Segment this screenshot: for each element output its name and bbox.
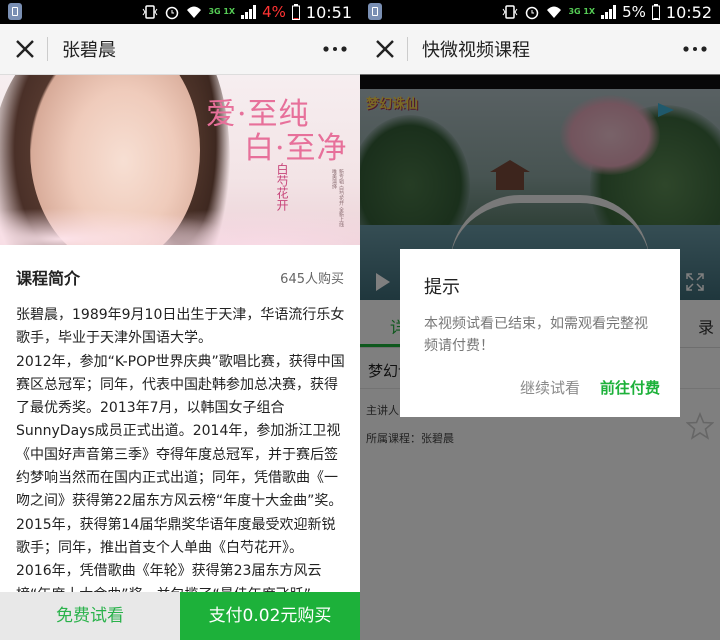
close-icon[interactable] (14, 38, 36, 60)
clock: 10:51 (305, 2, 352, 22)
go-pay-button[interactable]: 前往付费 (590, 373, 670, 401)
clock: 10:52 (665, 2, 712, 22)
course-intro-text: 张碧晨，1989年9月10日出生于天津，华语流行乐女歌手，毕业于天津外国语大学。… (16, 307, 345, 594)
nav-bar: 张碧晨 (0, 24, 360, 75)
status-bar: 3G 1X 5% 10:52 (360, 0, 720, 24)
vibrate-icon (143, 5, 158, 19)
continue-trial-button[interactable]: 继续试看 (510, 373, 590, 401)
battery-percent: 4% (262, 3, 286, 21)
banner-fine-print: 新专辑 白芍花开 全新上线 唯美演绎 (331, 169, 344, 228)
status-bar: 3G 1X 4% 10:51 (0, 0, 360, 24)
payment-prompt-dialog: 提示 本视频试看已结束，如需观看完整视频请付费！ 继续试看 前往付费 (400, 249, 680, 417)
alarm-icon (526, 6, 539, 20)
wifi-icon (187, 6, 202, 18)
page-title: 张碧晨 (62, 40, 116, 61)
dialog-title: 提示 (424, 277, 460, 298)
alarm-icon (166, 6, 179, 20)
vibrate-icon (503, 5, 518, 19)
signal-icon (241, 5, 257, 19)
network-type: 3G 1X (568, 7, 596, 16)
notification-icon (8, 3, 22, 20)
buy-count: 645人购买 (280, 272, 344, 287)
nav-bar: 快微视频课程 (360, 24, 720, 75)
signal-icon (601, 5, 617, 19)
left-screen: 3G 1X 4% 10:51 张碧晨 爱·至纯 白·至净 白芍花开 新专辑 白芍… (0, 0, 360, 640)
banner-album-title: 白芍花开 (275, 163, 289, 211)
close-icon[interactable] (374, 38, 396, 60)
more-icon[interactable] (322, 42, 348, 56)
page-title: 快微视频课程 (422, 40, 530, 61)
battery-icon (291, 4, 300, 20)
free-trial-button[interactable]: 免费试看 (0, 592, 180, 640)
more-icon[interactable] (682, 42, 708, 56)
dialog-message: 本视频试看已结束，如需观看完整视频请付费！ (424, 316, 648, 354)
banner-slogan-2: 白·至净 (244, 131, 348, 166)
nav-divider (407, 37, 408, 61)
section-title: 课程简介 (16, 269, 81, 288)
intro-header: 课程简介 645人购买 (0, 245, 360, 299)
battery-percent: 5% (622, 3, 646, 21)
pay-button[interactable]: 支付0.02元购买 (180, 592, 360, 640)
notification-icon (368, 3, 382, 20)
course-banner: 爱·至纯 白·至净 白芍花开 新专辑 白芍花开 全新上线 唯美演绎 (0, 75, 360, 245)
battery-icon (651, 4, 660, 20)
nav-divider (47, 37, 48, 61)
network-type: 3G 1X (208, 7, 236, 16)
right-screen: 3G 1X 5% 10:52 快微视频课程 梦幻诛仙 详 录 梦幻诛 主讲人 (360, 0, 720, 640)
wifi-icon (547, 6, 562, 18)
